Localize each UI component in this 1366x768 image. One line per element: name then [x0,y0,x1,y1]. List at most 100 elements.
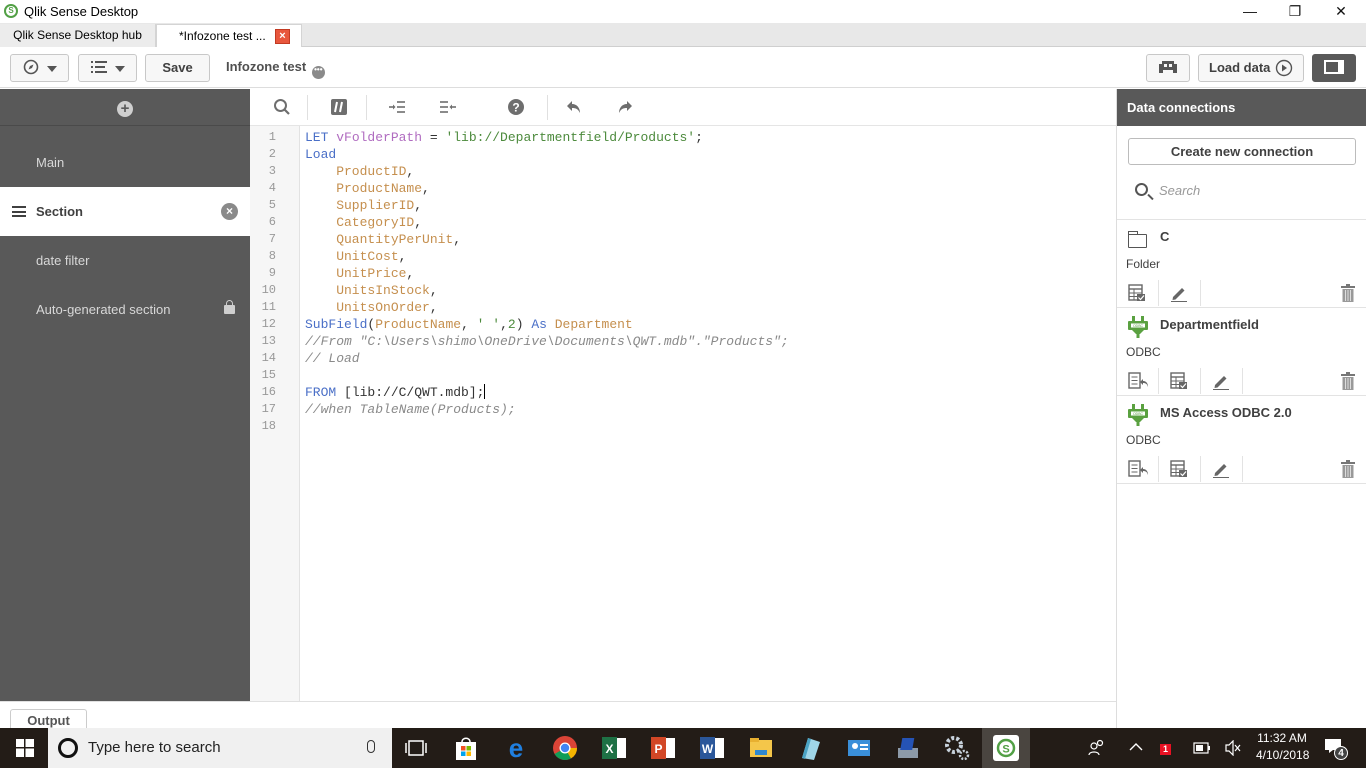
plus-icon[interactable]: + [117,101,133,117]
code-token: ProductID [305,164,407,179]
code-line[interactable]: //From "C:\Users\shimo\OneDrive\Document… [305,333,789,350]
edit-button[interactable] [1201,368,1243,394]
code-line[interactable]: //when TableName(Products); [305,401,516,418]
section-main[interactable]: Main [0,138,250,187]
code-line[interactable]: // Load [305,350,360,367]
code-token: ) [515,317,532,332]
debug-button[interactable] [1146,54,1190,82]
select-data-button[interactable] [1159,456,1201,482]
notepad-icon[interactable] [796,734,824,762]
select-data-button[interactable] [1159,368,1201,394]
close-icon[interactable]: × [275,29,290,44]
code-line[interactable]: SupplierID, [305,197,422,214]
connection-search-input[interactable] [1159,180,1349,200]
code-line[interactable]: UnitPrice, [305,265,414,282]
section-auto-generated[interactable]: Auto-generated section [0,285,250,334]
select-data-button[interactable] [1117,280,1159,306]
qlik-sense-taskbar-button[interactable]: S [982,728,1030,768]
tab-hub[interactable]: Qlik Sense Desktop hub [0,24,156,47]
help-icon[interactable]: ? [506,97,526,117]
search-icon[interactable] [272,97,292,117]
chrome-icon[interactable] [551,734,579,762]
code-line[interactable]: ProductID, [305,163,414,180]
task-view-icon[interactable] [402,734,430,762]
people-icon[interactable] [1088,739,1106,757]
code-line[interactable]: Load [305,146,336,163]
battery-icon[interactable] [1193,742,1211,754]
tab-label: Qlik Sense Desktop hub [13,28,142,42]
powerpoint-icon[interactable]: P [649,734,677,762]
code-token: , [398,249,407,264]
undo-icon[interactable] [564,97,584,117]
code-token: UnitsOnOrder [305,300,430,315]
delete-section-icon[interactable]: × [221,203,238,220]
app-tray-icon[interactable]: 1 [1160,737,1178,757]
delete-icon[interactable] [1341,372,1355,390]
outdent-icon[interactable] [438,97,458,117]
code-token: , [500,317,508,332]
chevron-up-icon[interactable] [1129,742,1143,752]
section-section[interactable]: Section × [0,187,250,236]
code-line[interactable]: SubField(ProductName, ' ',2) As Departme… [305,316,633,333]
comment-icon[interactable] [329,97,349,117]
drag-handle-icon[interactable] [12,206,26,217]
svg-text:ODBC: ODBC [1133,412,1144,416]
delete-icon[interactable] [1341,284,1355,302]
panel-toggle-button[interactable] [1312,54,1356,82]
code-token: , [429,300,438,315]
code-line[interactable]: UnitsOnOrder, [305,299,438,316]
code-line[interactable]: FROM [lib://C/QWT.mdb]; [305,384,486,401]
section-label: Main [36,155,65,170]
save-button[interactable]: Save [145,54,210,82]
tab-app[interactable]: *Infozone test ... × [156,24,302,47]
minimize-button[interactable]: — [1227,0,1273,23]
store-icon[interactable] [452,734,480,762]
search-icon [1135,183,1148,196]
close-button[interactable]: ✕ [1318,0,1364,23]
action-center-button[interactable]: 4 [1324,738,1348,762]
restore-button[interactable]: ❐ [1272,0,1318,23]
svg-text:?: ? [512,101,519,115]
select-data-icon [1170,460,1187,477]
app-name[interactable]: Infozone test ••• [226,59,325,79]
load-data-button[interactable]: Load data [1198,54,1304,82]
indent-icon[interactable] [387,97,407,117]
insert-connect-button[interactable] [1117,368,1159,394]
select-data-icon [1128,284,1145,301]
taskbar-search-box[interactable]: Type here to search [48,728,392,768]
code-line[interactable]: CategoryID, [305,214,422,231]
more-icon[interactable]: ••• [311,66,325,79]
microphone-icon[interactable] [367,740,375,753]
insert-connect-button[interactable] [1117,456,1159,482]
section-sidebar: + Main Section × date filter Auto-genera… [0,89,250,701]
edge-icon[interactable]: e [502,734,530,762]
word-icon[interactable]: W [698,734,726,762]
code-line[interactable]: UnitsInStock, [305,282,437,299]
code-line[interactable]: QuantityPerUnit, [305,231,461,248]
list-menu-button[interactable] [78,54,137,82]
clock[interactable]: 11:32 AM 4/10/2018 [1256,731,1309,762]
start-button[interactable] [0,728,48,768]
delete-icon[interactable] [1341,460,1355,478]
section-date-filter[interactable]: date filter [0,236,250,285]
excel-icon[interactable]: X [600,734,628,762]
svg-text:X: X [605,742,613,756]
section-label: date filter [36,253,90,268]
redo-icon[interactable] [615,97,635,117]
code-line[interactable]: ProductName, [305,180,430,197]
code-token: , [406,164,415,179]
code-line[interactable]: LET vFolderPath = 'lib://Departmentfield… [305,129,703,146]
edit-button[interactable] [1159,280,1201,306]
edit-button[interactable] [1201,456,1243,482]
create-new-connection-button[interactable]: Create new connection [1128,138,1356,165]
settings-icon[interactable] [943,734,971,762]
navigation-menu-button[interactable] [10,54,69,82]
windows-taskbar: Type here to search e X P W S 1 11:32 AM… [0,728,1366,768]
code-token: UnitCost [305,249,399,264]
file-explorer-icon[interactable] [747,734,775,762]
control-panel-icon[interactable] [845,734,873,762]
network-icon[interactable] [894,734,922,762]
volume-muted-icon[interactable] [1224,740,1242,756]
editor-toolbar: ? [250,89,1116,126]
code-line[interactable]: UnitCost, [305,248,406,265]
